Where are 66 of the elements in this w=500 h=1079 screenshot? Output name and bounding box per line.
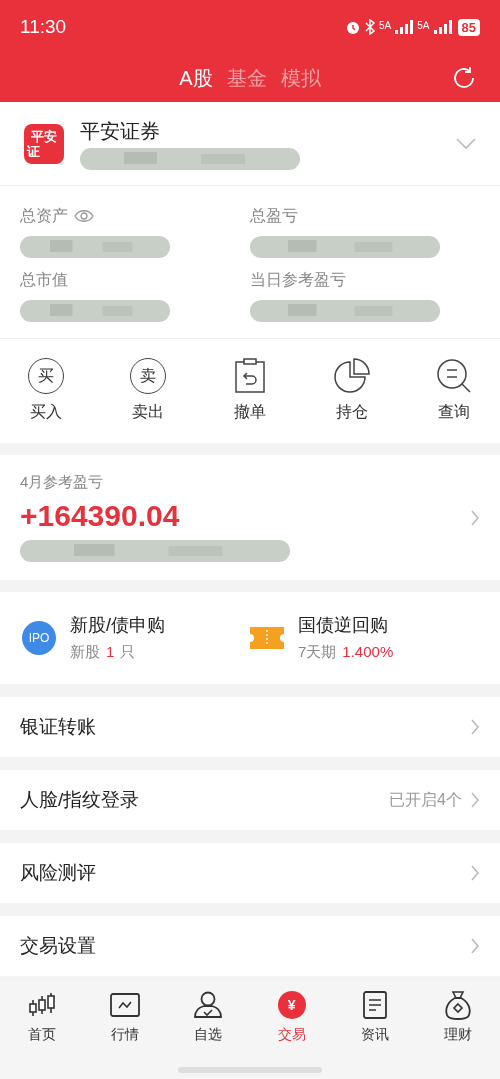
chevron-right-icon[interactable] — [470, 865, 480, 881]
pie-chart-icon — [334, 358, 370, 394]
refresh-icon[interactable] — [452, 66, 476, 90]
action-button[interactable]: 买 买入 — [14, 358, 78, 424]
settings-value: 已开启4个 — [389, 790, 462, 810]
settings-row[interactable]: 银证转账 — [0, 697, 500, 757]
clipboard-icon — [234, 358, 266, 394]
money-bag-icon — [444, 990, 473, 1020]
asset-label: 总资产 — [20, 206, 68, 226]
feature-entry[interactable]: IPO 新股/债申购 新股 1 只 — [22, 612, 250, 664]
monthly-label: 4月参考盈亏 — [20, 472, 105, 493]
nav-tab[interactable]: ¥ 交易 — [261, 990, 322, 1045]
feature-title: 新股/债申购 — [70, 614, 165, 638]
bluetooth-icon — [365, 19, 376, 35]
line-chart-icon — [110, 992, 140, 1018]
status-time: 11:30 — [20, 14, 67, 39]
yuan-icon: ¥ — [277, 991, 306, 1019]
action-button[interactable]: 持仓 — [320, 358, 384, 424]
alarm-icon — [345, 19, 362, 35]
battery-level: 85 — [457, 18, 480, 36]
settings-label: 人脸/指纹登录 — [20, 787, 141, 812]
chevron-right-icon[interactable] — [470, 719, 480, 735]
feature-count: 1 — [106, 642, 115, 663]
broker-name: 平安证券 — [80, 118, 161, 144]
settings-row[interactable]: 风险测评 — [0, 843, 500, 903]
network-label: 5A — [379, 20, 392, 31]
monthly-profit: +164390.04 — [20, 497, 181, 534]
chevron-right-icon[interactable] — [470, 792, 480, 808]
nav-tab[interactable]: 行情 — [95, 990, 155, 1045]
asset-label: 当日参考盈亏 — [250, 270, 346, 290]
settings-label: 风险测评 — [20, 860, 97, 885]
broker-logo: 平安 证 — [24, 123, 64, 164]
feature-subtitle: 新股 — [70, 642, 100, 663]
chevron-down-icon[interactable] — [456, 137, 476, 150]
settings-label: 交易设置 — [20, 933, 97, 958]
feature-title: 国债逆回购 — [298, 614, 389, 638]
market-tab[interactable]: A股 — [179, 63, 213, 93]
chevron-right-icon[interactable] — [470, 938, 480, 954]
signal-icon — [433, 20, 452, 34]
document-icon — [361, 991, 388, 1019]
monthly-card[interactable]: 4月参考盈亏 +164390.04 — [0, 455, 500, 580]
settings-label: 银证转账 — [20, 714, 97, 739]
asset-label: 总市值 — [20, 270, 68, 290]
signal-icon — [395, 20, 414, 34]
settings-row[interactable]: 人脸/指纹登录 已开启4个 — [0, 770, 500, 830]
eye-icon[interactable] — [74, 209, 94, 223]
nav-tab[interactable]: 首页 — [11, 990, 72, 1045]
feature-unit: 只 — [120, 642, 136, 663]
network-label: 5A — [417, 20, 430, 31]
nav-tab[interactable]: 理财 — [428, 990, 489, 1045]
nav-tab[interactable]: 自选 — [178, 990, 239, 1045]
chevron-right-icon[interactable] — [470, 509, 480, 526]
settings-row[interactable]: 交易设置 — [0, 916, 500, 976]
feature-subtitle: 7天期 — [298, 642, 337, 663]
action-button[interactable]: 查询 — [422, 358, 486, 424]
ipo-badge: IPO — [22, 621, 56, 655]
action-button[interactable]: 撤单 — [218, 358, 282, 424]
candlestick-icon — [27, 992, 56, 1018]
ticket-icon — [250, 627, 284, 649]
nav-tab[interactable]: 资讯 — [344, 990, 405, 1045]
feature-entry[interactable]: 国债逆回购 7天期 1.400% — [250, 612, 478, 664]
person-icon — [193, 991, 224, 1019]
feature-count: 1.400% — [342, 642, 394, 663]
action-button[interactable]: 卖 卖出 — [116, 358, 180, 424]
search-icon — [436, 358, 472, 394]
asset-label: 总盈亏 — [250, 206, 298, 226]
